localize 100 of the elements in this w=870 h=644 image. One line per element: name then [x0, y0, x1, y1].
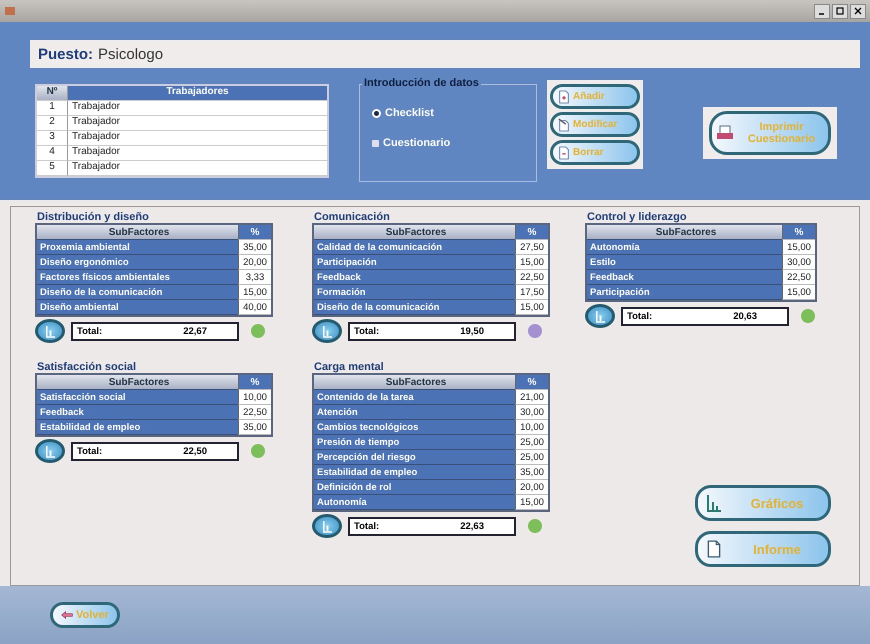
table-cell: 21,00 — [515, 390, 548, 405]
record-button[interactable]: Modificar — [550, 112, 640, 137]
column-header: SubFactores — [314, 225, 515, 240]
chart-button[interactable] — [585, 304, 615, 328]
table-cell: Diseño de la comunicación — [314, 300, 515, 315]
table-cell: Diseño ergonómico — [37, 255, 238, 270]
puesto-value: Psicologo — [98, 46, 164, 62]
table-cell: 15,00 — [515, 300, 548, 315]
bar-chart-icon — [594, 310, 606, 322]
table-cell: 30,00 — [515, 405, 548, 420]
table-cell: Trabajador — [68, 161, 327, 176]
chart-button[interactable] — [312, 319, 342, 343]
column-header: % — [515, 375, 548, 390]
table-cell: 35,00 — [515, 465, 548, 480]
table-cell: 20,00 — [238, 255, 271, 270]
record-button[interactable]: Añadir — [550, 84, 640, 109]
table-cell: 25,00 — [515, 450, 548, 465]
app-icon — [4, 5, 16, 17]
left-arrow-icon — [61, 608, 73, 622]
table-cell: Calidad de la comunicación — [314, 240, 515, 255]
total-value: 22,63 — [460, 520, 484, 532]
puesto-label: Puesto: — [38, 46, 94, 62]
section-title: Comunicación — [314, 211, 391, 223]
bar-chart-icon — [322, 520, 332, 532]
column-header: SubFactores — [587, 225, 782, 240]
pencil-document-icon — [558, 118, 570, 132]
table-cell: Trabajador — [68, 101, 327, 116]
close-button[interactable] — [850, 4, 866, 18]
table-cell: Atención — [314, 405, 515, 420]
table-cell: 1 — [37, 101, 68, 116]
table-cell: 17,50 — [515, 285, 548, 300]
column-header: SubFactores — [37, 375, 238, 390]
table-cell: 25,00 — [515, 435, 548, 450]
table-cell: 15,00 — [782, 240, 815, 255]
table-cell: Trabajador — [68, 146, 327, 161]
bar-chart-icon — [706, 494, 722, 512]
total-label: Total: — [354, 520, 380, 532]
maximize-button[interactable] — [832, 4, 848, 18]
table-cell: 27,50 — [515, 240, 548, 255]
table-cell: Contenido de la tarea — [314, 390, 515, 405]
table-cell: Satisfacción social — [37, 390, 238, 405]
table-cell: 2 — [37, 116, 68, 131]
table-cell: 35,00 — [238, 420, 271, 435]
column-header: % — [238, 225, 271, 240]
column-header: % — [515, 225, 548, 240]
table-cell: 15,00 — [238, 285, 271, 300]
section-title: Distribución y diseño — [37, 211, 150, 223]
table-cell: Autonomía — [314, 495, 515, 510]
table-cell: Feedback — [587, 270, 782, 285]
total-label: Total: — [77, 326, 102, 336]
chart-button[interactable] — [312, 514, 342, 538]
table-cell: Participación — [314, 255, 515, 270]
back-button[interactable]: Volver — [50, 602, 120, 628]
total-label: Total: — [77, 446, 102, 456]
record-button[interactable]: Borrar — [550, 140, 640, 165]
total-value: 20,63 — [733, 310, 757, 322]
column-header: Trabajadores — [68, 86, 327, 101]
bar-chart-icon — [322, 324, 332, 338]
table-cell: Feedback — [37, 405, 238, 420]
section-title: Control y liderazgo — [587, 211, 688, 223]
table-cell: Diseño ambiental — [37, 300, 238, 315]
table-cell: 4 — [37, 146, 68, 161]
document-plus-icon — [558, 90, 570, 104]
section-title: Carga mental — [314, 361, 385, 373]
radio-option[interactable]: Cuestionario — [372, 137, 536, 149]
table-cell: Participación — [587, 285, 782, 300]
table-cell: Diseño de la comunicación — [37, 285, 238, 300]
print-button[interactable]: Imprimir Cuestionario — [709, 111, 831, 155]
table-cell: 22,50 — [515, 270, 548, 285]
table-cell: 20,00 — [515, 480, 548, 495]
table-cell: 10,00 — [515, 420, 548, 435]
maximize-icon — [836, 7, 844, 15]
table-cell: Proxemia ambiental — [37, 240, 238, 255]
table-cell: Trabajador — [68, 131, 327, 146]
table-cell: 15,00 — [782, 285, 815, 300]
table-cell: Trabajador — [68, 116, 327, 131]
table-cell: 15,00 — [515, 255, 548, 270]
radio-option[interactable]: Checklist — [372, 107, 536, 119]
table-cell: 3,33 — [238, 270, 271, 285]
bar-chart-icon — [44, 324, 56, 338]
table-cell: 40,00 — [238, 300, 271, 315]
table-cell: Formación — [314, 285, 515, 300]
side-button[interactable]: Informe — [695, 531, 831, 567]
table-cell: Definición de rol — [314, 480, 515, 495]
section-title: Satisfacción social — [37, 361, 138, 373]
bar-chart-icon — [44, 444, 56, 458]
table-cell: 30,00 — [782, 255, 815, 270]
total-value: 19,50 — [460, 326, 484, 336]
table-cell: Presión de tiempo — [314, 435, 515, 450]
side-button[interactable]: Gráficos — [695, 485, 831, 521]
table-cell: Feedback — [314, 270, 515, 285]
table-cell: Autonomía — [587, 240, 782, 255]
table-cell: 22,50 — [238, 405, 271, 420]
chart-button[interactable] — [35, 439, 65, 463]
column-header: SubFactores — [37, 225, 238, 240]
table-cell: 35,00 — [238, 240, 271, 255]
minimize-button[interactable] — [814, 4, 830, 18]
table-cell: 10,00 — [238, 390, 271, 405]
chart-button[interactable] — [35, 319, 65, 343]
table-cell: 22,50 — [782, 270, 815, 285]
